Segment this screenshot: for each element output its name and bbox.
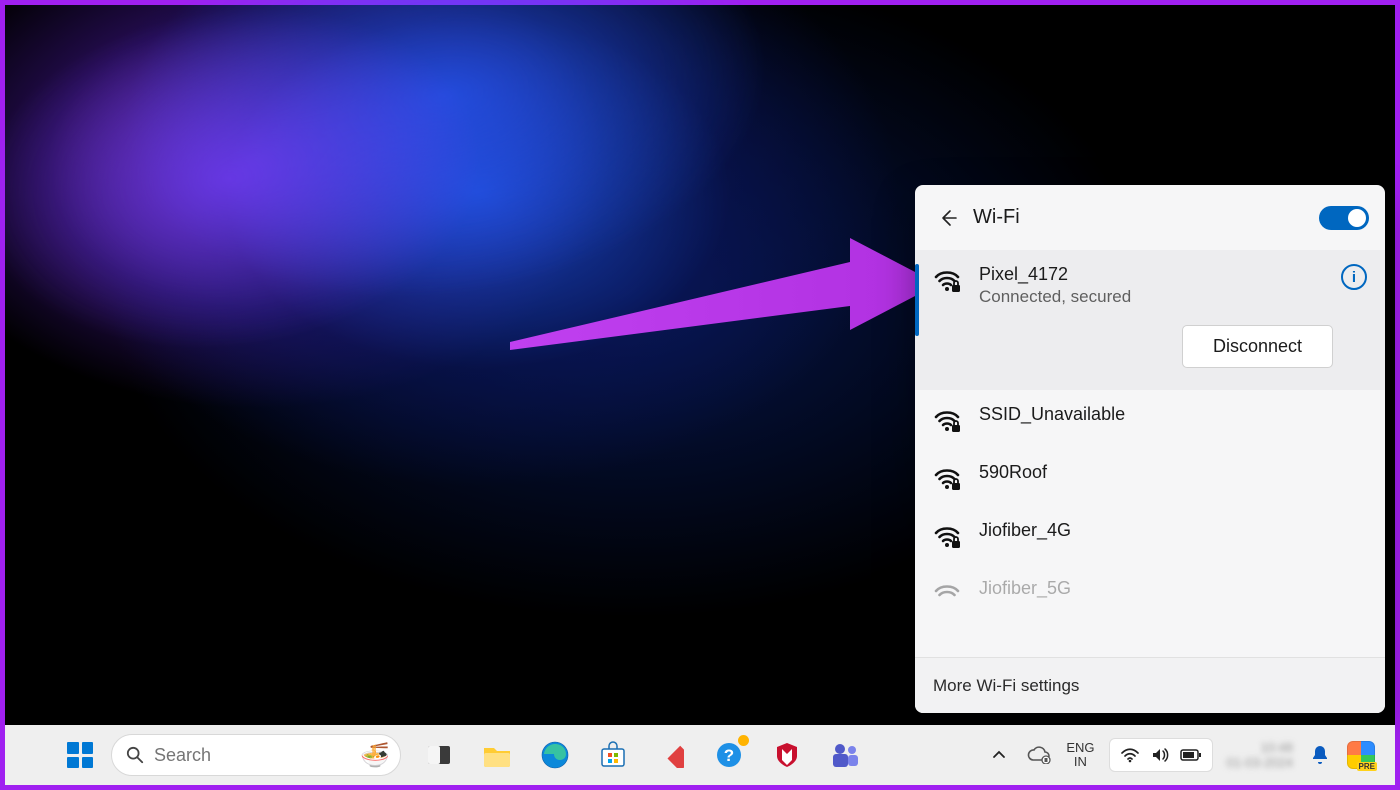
flyout-title: Wi-Fi bbox=[973, 206, 1020, 229]
pre-badge: PRE bbox=[1357, 762, 1377, 771]
task-view-icon[interactable] bbox=[421, 737, 457, 773]
network-name: Jiofiber_4G bbox=[979, 520, 1367, 541]
clock-date[interactable]: 10:48 01-03-2024 bbox=[1227, 740, 1294, 770]
wifi-icon bbox=[1120, 747, 1140, 763]
copilot-preview-icon[interactable]: PRE bbox=[1347, 741, 1375, 769]
taskbar-app-icon[interactable] bbox=[653, 737, 689, 773]
search-box[interactable]: 🍜 bbox=[111, 734, 401, 776]
file-explorer-icon[interactable] bbox=[479, 737, 515, 773]
wifi-secured-icon bbox=[933, 266, 961, 294]
notifications-icon[interactable] bbox=[1307, 742, 1333, 768]
get-help-icon[interactable]: ? bbox=[711, 737, 747, 773]
network-item[interactable]: SSID_Unavailable bbox=[915, 390, 1385, 448]
info-icon[interactable]: i bbox=[1341, 264, 1367, 290]
taskbar: 🍜 ? bbox=[5, 725, 1395, 785]
network-list[interactable]: Pixel_4172 Connected, secured Disconnect… bbox=[915, 250, 1385, 657]
battery-icon bbox=[1180, 748, 1202, 762]
back-button[interactable] bbox=[931, 201, 965, 235]
network-name: SSID_Unavailable bbox=[979, 404, 1367, 425]
wifi-toggle[interactable] bbox=[1319, 206, 1369, 230]
lang-top: ENG bbox=[1066, 741, 1094, 755]
wifi-secured-icon bbox=[933, 406, 961, 434]
search-highlight-icon: 🍜 bbox=[360, 741, 390, 770]
network-name: 590Roof bbox=[979, 462, 1367, 483]
wifi-secured-icon bbox=[933, 580, 961, 608]
volume-icon bbox=[1150, 747, 1170, 763]
edge-icon[interactable] bbox=[537, 737, 573, 773]
tray-overflow-chevron-icon[interactable] bbox=[986, 742, 1012, 768]
wifi-flyout: Wi-Fi Pixel_4172 bbox=[915, 185, 1385, 713]
arrow-left-icon bbox=[938, 208, 958, 228]
search-input[interactable] bbox=[154, 745, 304, 766]
start-button[interactable] bbox=[55, 730, 105, 780]
wifi-secured-icon bbox=[933, 464, 961, 492]
network-status: Connected, secured bbox=[979, 287, 1333, 307]
network-name: Pixel_4172 bbox=[979, 264, 1333, 285]
search-icon bbox=[126, 746, 144, 764]
clock-date: 01-03-2024 bbox=[1227, 755, 1294, 770]
svg-text:?: ? bbox=[724, 746, 734, 765]
network-item[interactable]: Jiofiber_4G bbox=[915, 506, 1385, 564]
microsoft-store-icon[interactable] bbox=[595, 737, 631, 773]
more-wifi-settings-link[interactable]: More Wi-Fi settings bbox=[915, 657, 1385, 713]
wifi-secured-icon bbox=[933, 522, 961, 550]
teams-icon[interactable] bbox=[827, 737, 863, 773]
network-item-connected[interactable]: Pixel_4172 Connected, secured Disconnect… bbox=[915, 250, 1385, 390]
network-name: Jiofiber_5G bbox=[979, 578, 1367, 599]
lang-bot: IN bbox=[1074, 755, 1087, 769]
mcafee-icon[interactable] bbox=[769, 737, 805, 773]
system-tray-network-volume-battery[interactable] bbox=[1109, 738, 1213, 772]
language-indicator[interactable]: ENG IN bbox=[1066, 741, 1094, 770]
disconnect-button[interactable]: Disconnect bbox=[1182, 325, 1333, 368]
clock-time: 10:48 bbox=[1260, 740, 1293, 755]
onedrive-tray-icon[interactable] bbox=[1026, 742, 1052, 768]
network-item[interactable]: 590Roof bbox=[915, 448, 1385, 506]
network-item[interactable]: Jiofiber_5G bbox=[915, 564, 1385, 608]
